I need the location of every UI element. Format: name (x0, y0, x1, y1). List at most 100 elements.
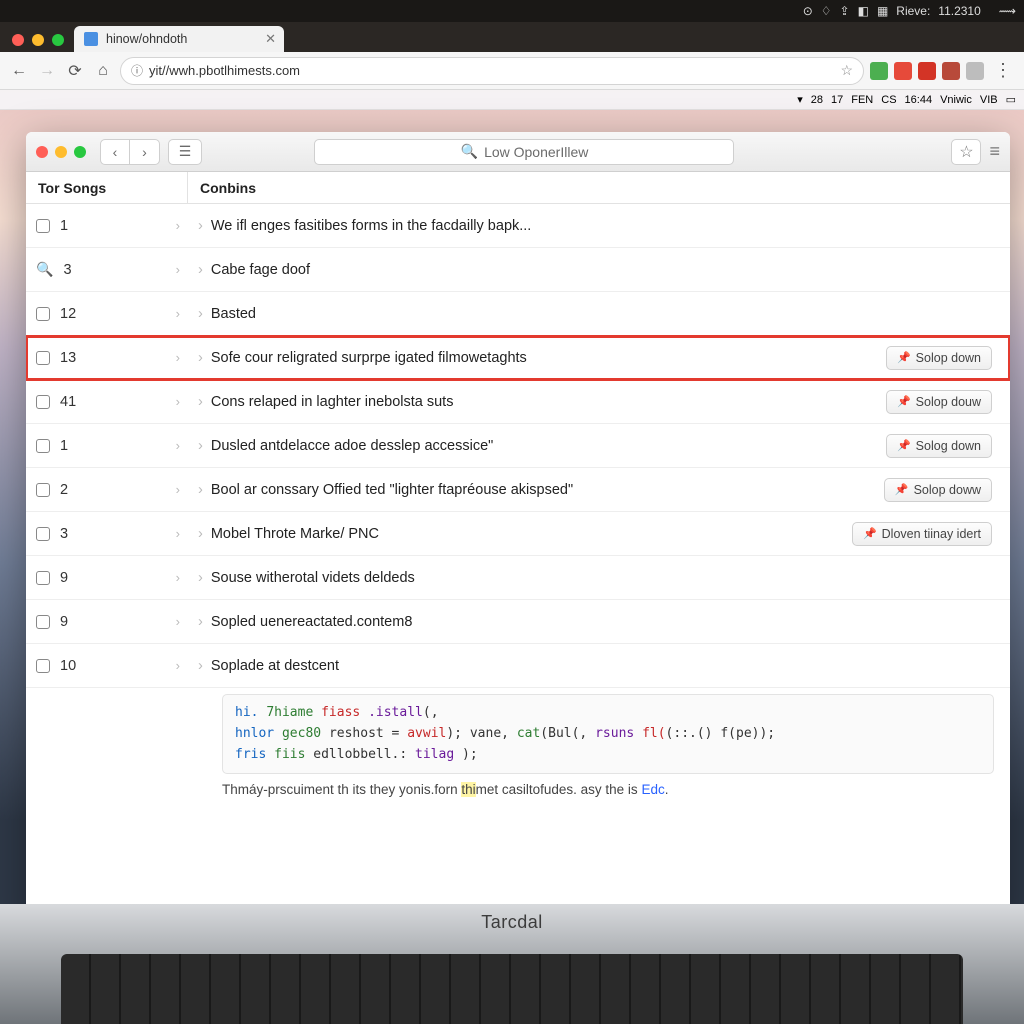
row-title: Cabe fage doof (211, 262, 310, 278)
pin-icon: 📌 (897, 395, 911, 408)
pin-icon: 📌 (897, 351, 911, 364)
page-content: ▾ 28 17 FEN CS 16:44 Vniwic VIB ▭ ‹ › (0, 90, 1024, 950)
chevron-right-icon: › (176, 570, 180, 585)
home-button[interactable]: ⌂ (92, 62, 114, 80)
search-icon: 🔍 (461, 143, 478, 160)
inner-menu-icon[interactable]: ≡ (989, 141, 1000, 162)
list-row[interactable]: 2››Bool ar conssary Offied ted "lighter … (26, 468, 1010, 512)
list-row[interactable]: 🔍3››Cabe fage doof (26, 248, 1010, 292)
url-text: yit//wwh.pbotlhimests.com (149, 63, 300, 78)
browser-toolbar: ← → ⟳ ⌂ ⓘ yit//wwh.pbotlhimests.com ☆ ⋮ (0, 52, 1024, 90)
chevron-right-icon: › (198, 438, 203, 454)
list-row[interactable]: 13››Sofe cour religrated surprpe igated … (26, 336, 1010, 380)
list-row[interactable]: 12››Basted (26, 292, 1010, 336)
zoom-window-icon[interactable] (52, 34, 64, 46)
menubar-icon: ⊙ (803, 4, 813, 18)
inline-link[interactable]: Edc (641, 782, 664, 797)
code-block: hi. 7hiame fiass .istall(, hnlor gec80 r… (222, 694, 994, 774)
row-action-button[interactable]: 📌Dloven tiinay idert (852, 522, 992, 546)
list-row[interactable]: 41››Cons relaped in laghter inebolsta su… (26, 380, 1010, 424)
browser-tab[interactable]: hinow/ohndoth ✕ (74, 26, 284, 52)
row-number: 41 (60, 394, 76, 410)
list-row[interactable]: 9››Sopled uenereactated.contem8 (26, 600, 1010, 644)
close-tab-icon[interactable]: ✕ (265, 31, 276, 47)
pin-icon: 📌 (897, 439, 911, 452)
inner-bookmark-button[interactable]: ☆ (951, 139, 981, 165)
address-bar[interactable]: ⓘ yit//wwh.pbotlhimests.com ☆ (120, 57, 864, 85)
checkbox-icon[interactable] (36, 351, 50, 365)
inner-forward-button[interactable]: › (130, 139, 160, 165)
row-number: 1 (60, 218, 68, 234)
checkbox-icon[interactable] (36, 307, 50, 321)
row-action-button[interactable]: 📌 Solop doww (884, 478, 992, 502)
window-controls[interactable] (6, 34, 74, 52)
chevron-right-icon: › (198, 526, 203, 542)
checkbox-icon[interactable] (36, 395, 50, 409)
list-row[interactable]: 10››Soplade at destcent (26, 644, 1010, 688)
checkbox-icon[interactable] (36, 659, 50, 673)
tab-favicon (84, 32, 98, 46)
minimize-window-icon[interactable] (32, 34, 44, 46)
inner-search-field[interactable]: 🔍 Low OponerIllew (314, 139, 734, 165)
bookmark-star-icon[interactable]: ☆ (840, 62, 853, 79)
inner-menubar-item: Vniwic (940, 94, 972, 106)
row-action-label: Solog down (916, 439, 981, 453)
list-row[interactable]: 9››Souse witherotal videts deldeds (26, 556, 1010, 600)
extension-icon[interactable] (942, 62, 960, 80)
chevron-right-icon: › (198, 482, 203, 498)
browser-menu-icon[interactable]: ⋮ (990, 60, 1016, 81)
list-row[interactable]: 3››Mobel Throte Marke/ PNC📌Dloven tiinay… (26, 512, 1010, 556)
checkbox-icon[interactable] (36, 527, 50, 541)
inner-window-controls[interactable] (36, 146, 86, 158)
tab-strip: hinow/ohndoth ✕ (0, 22, 1024, 52)
extension-icon[interactable] (918, 62, 936, 80)
extension-icon[interactable] (966, 62, 984, 80)
checkbox-icon[interactable] (36, 219, 50, 233)
list-row[interactable]: 1 › › We ifl enges fasitibes forms in the f… (26, 204, 1010, 248)
inner-sidebar-button[interactable]: ☰ (168, 139, 202, 165)
macos-menubar: ⊙ ♢ ⇪ ◧ ▦ Rieve: 11.2310 ⟿ (0, 0, 1024, 22)
pin-icon: 📌 (863, 527, 877, 540)
checkbox-icon[interactable] (36, 571, 50, 585)
minimize-window-icon[interactable] (55, 146, 67, 158)
pin-icon: 📌 (895, 483, 909, 496)
row-title: We ifl enges fasitibes forms in the facd… (211, 218, 532, 234)
row-action-button[interactable]: 📌 Solog down (886, 434, 992, 458)
inner-menubar-battery-icon: ▭ (1006, 93, 1016, 106)
chevron-right-icon: › (198, 658, 203, 674)
row-action-label: Solop doww (914, 483, 981, 497)
search-icon[interactable]: 🔍 (36, 261, 53, 278)
inner-back-button[interactable]: ‹ (100, 139, 130, 165)
checkbox-icon[interactable] (36, 483, 50, 497)
back-button[interactable]: ← (8, 62, 30, 80)
menubar-expand-icon[interactable]: ⟿ (999, 4, 1016, 18)
checkbox-icon[interactable] (36, 615, 50, 629)
chevron-right-icon: › (176, 526, 180, 541)
row-number: 1 (60, 438, 68, 454)
inner-body: Tor Songs Conbins 1››We ifl enges fasiti… (26, 172, 1010, 914)
row-number: 9 (60, 570, 68, 586)
checkbox-icon[interactable] (36, 439, 50, 453)
row-action-label: Solop down (916, 351, 981, 365)
highlighted-text: thi (461, 782, 475, 797)
chevron-right-icon: › (176, 482, 180, 497)
chevron-right-icon: › (198, 394, 203, 410)
menubar-icon: ◧ (858, 4, 869, 18)
chevron-right-icon: › (198, 218, 203, 234)
site-info-icon[interactable]: ⓘ (131, 62, 143, 79)
zoom-window-icon[interactable] (74, 146, 86, 158)
tab-title: hinow/ohndoth (106, 32, 187, 46)
forward-button[interactable]: → (36, 62, 58, 80)
chevron-right-icon: › (176, 218, 180, 233)
laptop-keyboard (61, 954, 962, 1024)
close-window-icon[interactable] (36, 146, 48, 158)
row-action-button[interactable]: 📌Solop douw (886, 390, 992, 414)
extension-icon[interactable] (894, 62, 912, 80)
extension-icon[interactable] (870, 62, 888, 80)
reload-button[interactable]: ⟳ (64, 61, 86, 81)
inner-menubar-wifi-icon: ▾ (797, 93, 803, 106)
close-window-icon[interactable] (12, 34, 24, 46)
row-action-button[interactable]: 📌 Solop down (886, 346, 992, 370)
list-row[interactable]: 1››Dusled antdelacce adoe desslep access… (26, 424, 1010, 468)
inner-toolbar: ‹ › ☰ 🔍 Low OponerIllew ☆ ≡ (26, 132, 1010, 172)
